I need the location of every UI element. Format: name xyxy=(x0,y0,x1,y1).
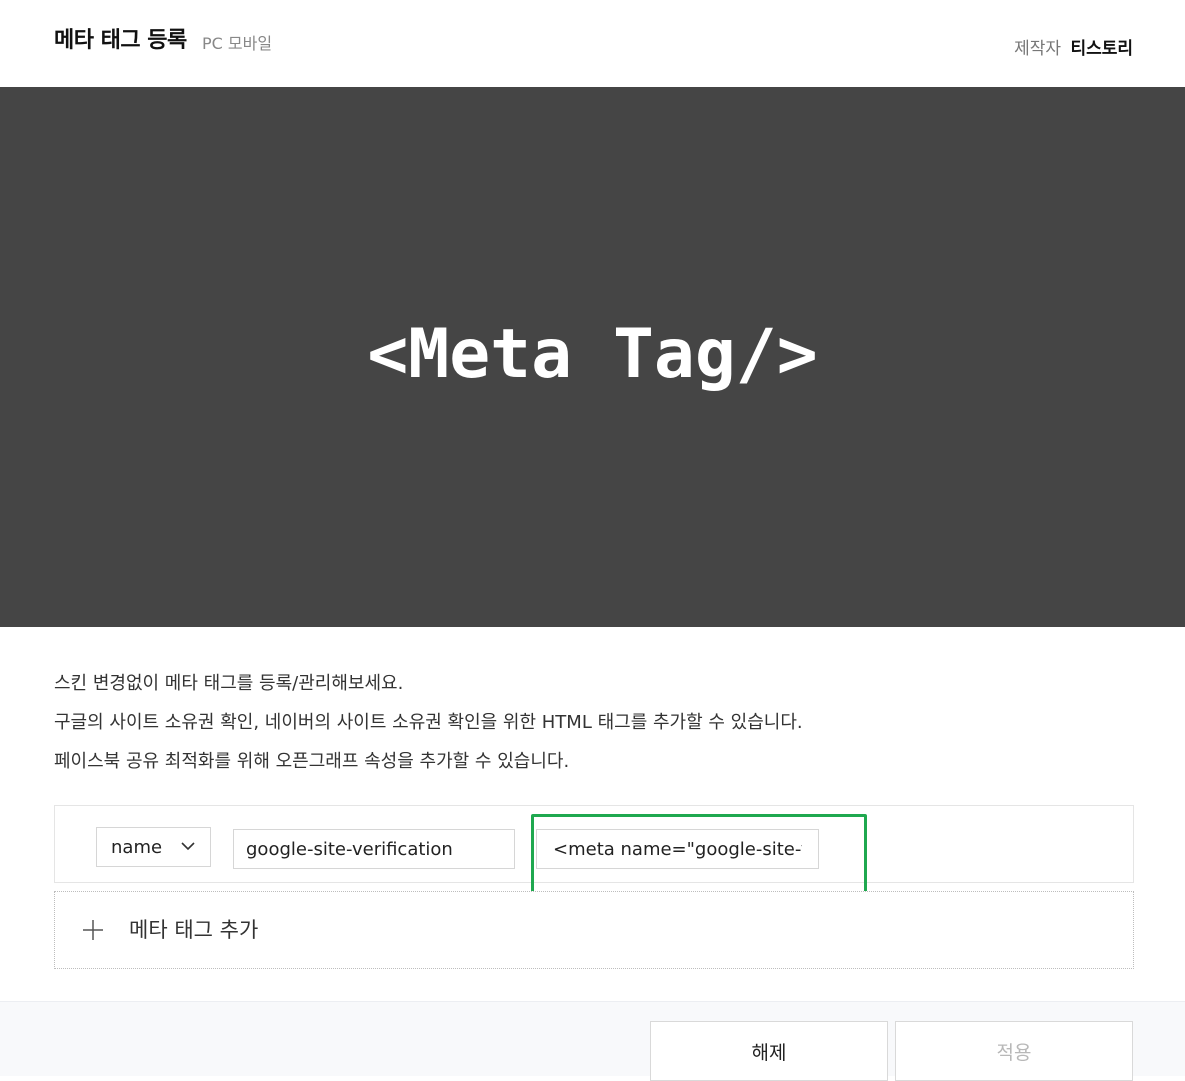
chevron-down-icon xyxy=(181,842,195,851)
add-meta-tag-button[interactable]: 메타 태그 추가 xyxy=(54,891,1134,969)
description-line: 페이스북 공유 최적화를 위해 오픈그래프 속성을 추가할 수 있습니다. xyxy=(54,751,570,772)
add-meta-tag-label: 메타 태그 추가 xyxy=(129,918,259,942)
plus-icon xyxy=(83,920,103,940)
maker-name: 티스토리 xyxy=(1070,39,1133,59)
banner-title: <Meta Tag/> xyxy=(367,314,818,394)
release-button[interactable]: 해제 xyxy=(650,1021,888,1081)
plugin-header: 메타 태그 등록 PC 모바일 제작자 티스토리 xyxy=(0,0,1185,87)
apply-button[interactable]: 적용 xyxy=(895,1021,1133,1081)
plugin-banner: <Meta Tag/> xyxy=(0,87,1185,627)
plugin-platform: PC 모바일 xyxy=(202,34,273,53)
attribute-select[interactable]: name xyxy=(96,827,211,867)
plugin-title: 메타 태그 등록 xyxy=(54,28,187,53)
meta-tag-row: name xyxy=(54,805,1134,883)
maker-info: 제작자 티스토리 xyxy=(1014,34,1133,59)
description-line: 스킨 변경없이 메타 태그를 등록/관리해보세요. xyxy=(54,673,404,694)
plugin-description: 스킨 변경없이 메타 태그를 등록/관리해보세요. 구글의 사이트 소유권 확인… xyxy=(54,664,803,781)
description-line: 구글의 사이트 소유권 확인, 네이버의 사이트 소유권 확인을 위한 HTML… xyxy=(54,712,803,733)
footer-bar: 해제 적용 xyxy=(0,1001,1185,1081)
meta-content-input[interactable] xyxy=(536,829,819,869)
attribute-select-value: name xyxy=(111,837,163,858)
meta-name-input[interactable] xyxy=(233,829,515,869)
maker-label: 제작자 xyxy=(1014,39,1062,59)
